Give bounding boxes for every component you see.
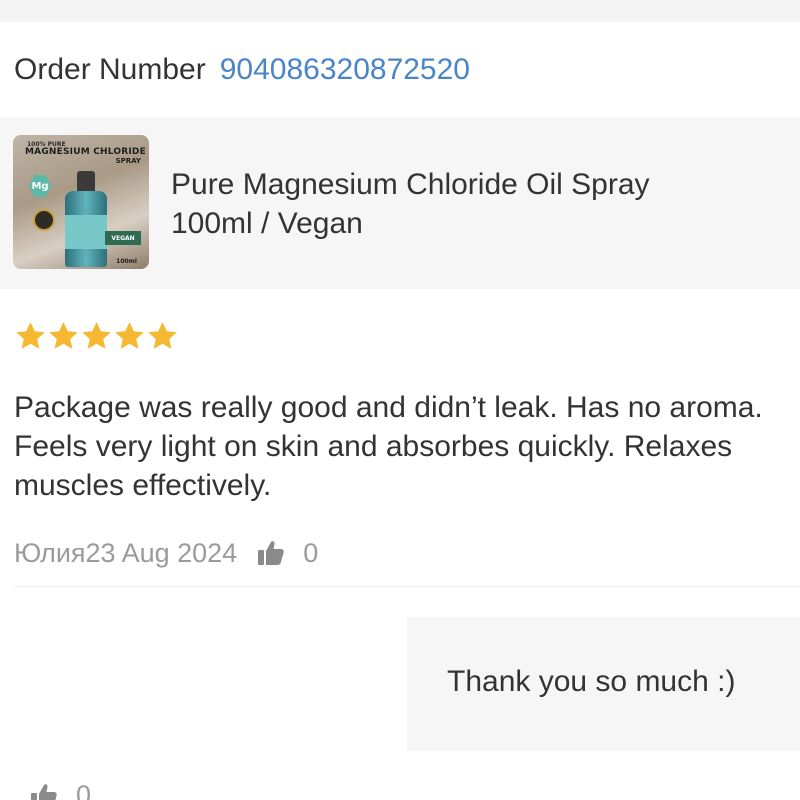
- review-meta: Юлия 23 Aug 2024 0: [14, 534, 318, 572]
- reply-like-button[interactable]: 0: [30, 780, 91, 800]
- vegan-badge: VEGAN: [105, 231, 141, 245]
- seal-icon: [33, 209, 55, 231]
- review-date: 23 Aug 2024: [85, 537, 238, 568]
- magnesium-symbol-icon: Mg: [29, 175, 51, 197]
- star-icon: [115, 322, 144, 349]
- product-title[interactable]: Pure Magnesium Chloride Oil Spray 100ml …: [171, 165, 771, 243]
- star-rating: [14, 320, 179, 353]
- product-image-volume: 100ml: [116, 258, 137, 265]
- top-spacer: [0, 0, 800, 22]
- divider: [14, 586, 800, 587]
- product-image-form: SPRAY: [115, 157, 141, 165]
- star-icon: [16, 322, 45, 349]
- seller-reply-bubble: Thank you so much :): [407, 617, 800, 751]
- star-icon: [148, 322, 177, 349]
- product-image[interactable]: 100% PURE MAGNESIUM CHLORIDE SPRAY Mg VE…: [13, 135, 149, 269]
- review-text: Package was really good and didn’t leak.…: [14, 391, 763, 502]
- thumbs-up-icon: [258, 541, 284, 565]
- seller-reply-text: Thank you so much :): [447, 665, 736, 698]
- bottle-label: [65, 215, 107, 249]
- product-image-name: MAGNESIUM CHLORIDE: [25, 147, 146, 157]
- review-author: Юлия: [14, 537, 86, 568]
- review-detail-page: Order Number 904086320872520 100% PURE M…: [0, 0, 800, 800]
- order-number-link[interactable]: 904086320872520: [220, 53, 470, 87]
- product-card[interactable]: 100% PURE MAGNESIUM CHLORIDE SPRAY Mg VE…: [0, 117, 800, 289]
- star-icon: [82, 322, 111, 349]
- review-like-count: 0: [303, 537, 319, 568]
- product-title-line1: Pure Magnesium Chloride Oil Spray: [171, 168, 650, 201]
- spray-cap: [77, 171, 95, 193]
- product-title-line2: 100ml / Vegan: [171, 207, 363, 240]
- order-row: Order Number 904086320872520: [14, 48, 470, 92]
- star-icon: [49, 322, 78, 349]
- reply-like-count: 0: [76, 780, 92, 800]
- thumbs-up-icon: [31, 783, 57, 800]
- review-like-button[interactable]: [257, 540, 285, 566]
- order-number-label: Order Number: [14, 53, 206, 86]
